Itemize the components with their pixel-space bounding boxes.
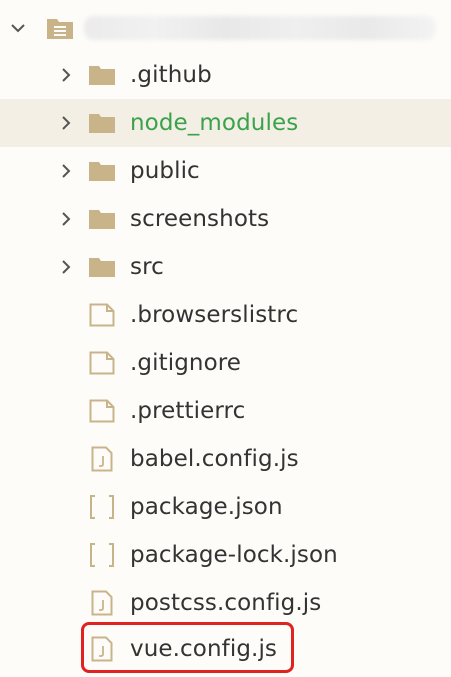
tree-root-row[interactable] [0, 4, 451, 52]
tree-item-node-modules[interactable]: node_modules [0, 99, 451, 147]
tree-item-label: .prettierrc [130, 398, 246, 424]
tree-item-package-lock-json[interactable]: package-lock.json [0, 531, 451, 579]
root-folder-name [84, 16, 436, 40]
file-icon [89, 351, 115, 375]
tree-item-postcss-config[interactable]: postcss.config.js [0, 579, 451, 627]
tree-item-label: vue.config.js [130, 636, 278, 662]
tree-item-vue-config[interactable]: vue.config.js [0, 625, 451, 673]
json-brackets-icon [88, 542, 116, 568]
file-icon [89, 399, 115, 423]
tree-item-label: node_modules [130, 110, 299, 136]
tree-item-label: .gitignore [130, 350, 242, 376]
folder-icon [88, 160, 116, 182]
tree-item-public[interactable]: public [0, 147, 451, 195]
tree-item-label: src [130, 254, 164, 280]
root-folder-icon [46, 16, 74, 40]
chevron-right-icon[interactable] [56, 209, 76, 229]
tree-item-screenshots[interactable]: screenshots [0, 195, 451, 243]
tree-item-label: .github [130, 62, 212, 88]
tree-item-prettierrc[interactable]: .prettierrc [0, 387, 451, 435]
tree-item-label: postcss.config.js [130, 590, 322, 616]
tree-item-label: package-lock.json [130, 542, 338, 568]
tree-item-babel-config[interactable]: babel.config.js [0, 435, 451, 483]
chevron-right-icon[interactable] [56, 65, 76, 85]
tree-item-browserslistrc[interactable]: .browserslistrc [0, 291, 451, 339]
tree-item-gitignore[interactable]: .gitignore [0, 339, 451, 387]
tree-item-src[interactable]: src [0, 243, 451, 291]
tree-item-package-json[interactable]: package.json [0, 483, 451, 531]
tree-item-label: .browserslistrc [130, 302, 299, 328]
file-icon [89, 303, 115, 327]
chevron-right-icon[interactable] [56, 161, 76, 181]
js-file-icon [91, 636, 113, 662]
tree-item-label: babel.config.js [130, 446, 299, 472]
folder-icon [88, 112, 116, 134]
folder-icon [88, 64, 116, 86]
file-explorer-tree: .github node_modules public screenshots [0, 0, 451, 677]
js-file-icon [91, 590, 113, 616]
chevron-down-icon[interactable] [8, 18, 28, 38]
json-brackets-icon [88, 494, 116, 520]
tree-item-label: screenshots [130, 206, 270, 232]
tree-item-github[interactable]: .github [0, 51, 451, 99]
chevron-right-icon[interactable] [56, 257, 76, 277]
tree-item-label: public [130, 158, 200, 184]
folder-icon [88, 208, 116, 230]
chevron-right-icon[interactable] [56, 113, 76, 133]
tree-item-label: package.json [130, 494, 283, 520]
folder-icon [88, 256, 116, 278]
js-file-icon [91, 446, 113, 472]
